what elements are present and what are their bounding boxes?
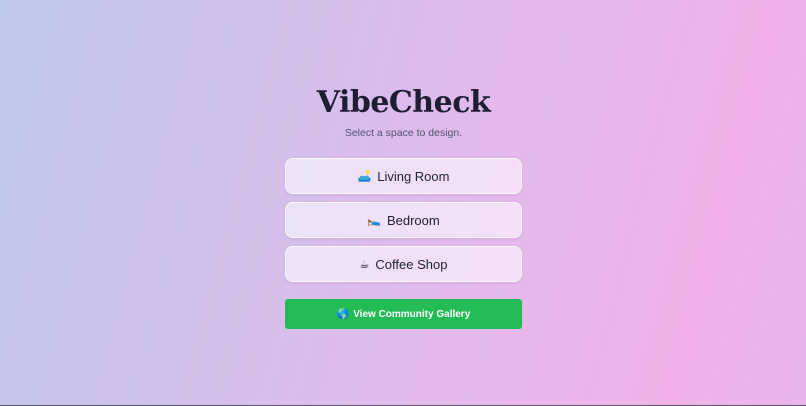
- subtitle: Select a space to design.: [344, 127, 463, 139]
- living-room-button[interactable]: 🛋️ Living Room: [285, 158, 522, 194]
- coffee-shop-label: Coffee Shop: [375, 256, 448, 272]
- bed-icon: 🛌: [367, 213, 381, 227]
- bedroom-label: Bedroom: [386, 212, 440, 228]
- gallery-label: View Community Gallery: [353, 308, 471, 320]
- globe-icon: 🌎: [336, 308, 350, 320]
- coffee-icon: ☕: [359, 257, 370, 271]
- living-room-label: Living Room: [377, 168, 450, 184]
- couch-icon: 🛋️: [357, 169, 372, 183]
- view-community-gallery-button[interactable]: 🌎 View Community Gallery: [285, 299, 522, 329]
- bedroom-button[interactable]: 🛌 Bedroom: [285, 202, 522, 238]
- app-title: VibeCheck: [316, 85, 491, 120]
- coffee-shop-button[interactable]: ☕ Coffee Shop: [285, 246, 522, 282]
- space-options: 🛋️ Living Room 🛌 Bedroom ☕ Coffee Shop: [285, 158, 522, 282]
- start-screen: VibeCheck Select a space to design. 🛋️ L…: [285, 84, 522, 329]
